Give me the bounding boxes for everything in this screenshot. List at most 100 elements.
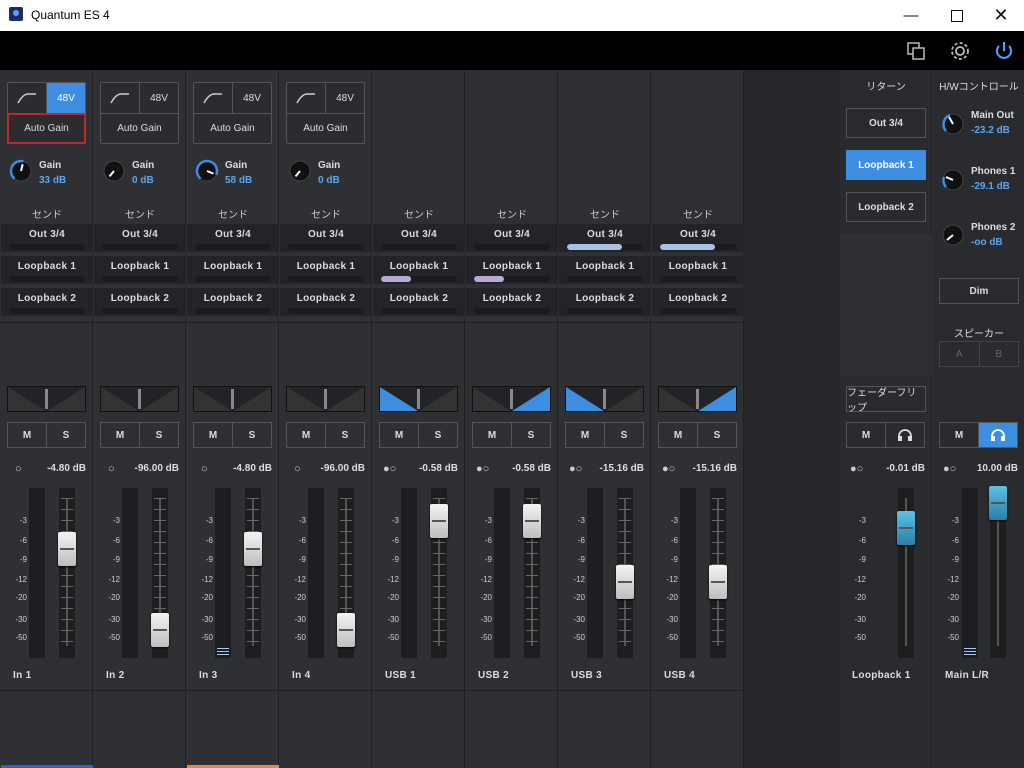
send-1[interactable]: Loopback 1 xyxy=(652,256,744,286)
mute-button[interactable]: M xyxy=(566,423,605,447)
send-1[interactable]: Loopback 1 xyxy=(466,256,558,286)
send-level-bar[interactable] xyxy=(567,308,643,314)
send-0[interactable]: Out 3/4 xyxy=(466,224,558,254)
solo-button[interactable]: S xyxy=(419,423,457,447)
mute-button[interactable]: M xyxy=(473,423,512,447)
send-2[interactable]: Loopback 2 xyxy=(280,288,372,318)
send-1[interactable]: Loopback 1 xyxy=(1,256,93,286)
high-pass-filter-button[interactable] xyxy=(287,83,326,114)
send-level-bar[interactable] xyxy=(381,244,457,250)
auto-gain-button[interactable]: Auto Gain xyxy=(101,114,178,143)
send-0[interactable]: Out 3/4 xyxy=(373,224,465,254)
pan-control[interactable] xyxy=(472,386,551,412)
pan-control[interactable] xyxy=(100,386,179,412)
send-0[interactable]: Out 3/4 xyxy=(1,224,93,254)
mute-button[interactable]: M xyxy=(8,423,47,447)
send-2[interactable]: Loopback 2 xyxy=(94,288,186,318)
fader-cap[interactable] xyxy=(523,503,541,538)
close-button[interactable]: ✕ xyxy=(978,0,1024,31)
speaker-b-button[interactable]: B xyxy=(980,342,1019,366)
send-2[interactable]: Loopback 2 xyxy=(1,288,93,318)
link-icon[interactable]: ●○ xyxy=(662,463,675,475)
mute-button[interactable]: M xyxy=(659,423,698,447)
send-level-bar[interactable] xyxy=(195,244,271,250)
send-0[interactable]: Out 3/4 xyxy=(280,224,372,254)
send-level-bar[interactable] xyxy=(102,276,178,282)
fader-flip-button[interactable]: フェーダーフリップ xyxy=(846,386,926,414)
hw-mute-button[interactable]: M xyxy=(940,423,979,447)
send-1[interactable]: Loopback 1 xyxy=(94,256,186,286)
dim-button[interactable]: Dim xyxy=(939,278,1019,304)
send-level-bar[interactable] xyxy=(195,308,271,314)
fader-cap[interactable] xyxy=(337,613,355,647)
link-icon[interactable]: ○ xyxy=(294,463,301,475)
link-icon[interactable]: ○ xyxy=(108,463,115,475)
send-1[interactable]: Loopback 1 xyxy=(373,256,465,286)
send-0[interactable]: Out 3/4 xyxy=(187,224,279,254)
solo-button[interactable]: S xyxy=(698,423,736,447)
pan-control[interactable] xyxy=(193,386,272,412)
send-level-bar[interactable] xyxy=(195,276,271,282)
send-level-bar[interactable] xyxy=(567,244,643,250)
copy-icon[interactable] xyxy=(904,39,928,63)
send-level-bar[interactable] xyxy=(9,276,85,282)
send-2[interactable]: Loopback 2 xyxy=(187,288,279,318)
mute-button[interactable]: M xyxy=(194,423,233,447)
mute-button[interactable]: M xyxy=(380,423,419,447)
pan-control[interactable] xyxy=(658,386,737,412)
hw-fader-cap[interactable] xyxy=(989,485,1007,520)
send-2[interactable]: Loopback 2 xyxy=(466,288,558,318)
send-level-bar[interactable] xyxy=(474,276,550,282)
link-icon[interactable]: ●○ xyxy=(383,463,396,475)
mute-button[interactable]: M xyxy=(287,423,326,447)
auto-gain-button[interactable]: Auto Gain xyxy=(194,114,271,143)
pan-control[interactable] xyxy=(286,386,365,412)
solo-button[interactable]: S xyxy=(47,423,85,447)
send-0[interactable]: Out 3/4 xyxy=(652,224,744,254)
send-2[interactable]: Loopback 2 xyxy=(373,288,465,318)
send-level-bar[interactable] xyxy=(288,244,364,250)
power-icon[interactable] xyxy=(992,39,1016,63)
pan-control[interactable] xyxy=(379,386,458,412)
solo-button[interactable]: S xyxy=(605,423,643,447)
gain-knob[interactable] xyxy=(288,159,312,183)
phantom-48v-button[interactable]: 48V xyxy=(326,83,364,114)
headphone-icon[interactable] xyxy=(886,423,924,447)
solo-button[interactable]: S xyxy=(512,423,550,447)
send-level-bar[interactable] xyxy=(288,308,364,314)
send-level-bar[interactable] xyxy=(9,244,85,250)
send-level-bar[interactable] xyxy=(660,308,736,314)
return-loopback-1-button[interactable]: Loopback 1 xyxy=(846,150,926,180)
fader-cap[interactable] xyxy=(244,532,262,566)
auto-gain-button[interactable]: Auto Gain xyxy=(7,113,86,144)
fader-cap[interactable] xyxy=(616,565,634,599)
send-level-bar[interactable] xyxy=(660,276,736,282)
send-1[interactable]: Loopback 1 xyxy=(559,256,651,286)
maximize-button[interactable] xyxy=(934,0,980,31)
pan-control[interactable] xyxy=(565,386,644,412)
send-level-bar[interactable] xyxy=(381,308,457,314)
solo-button[interactable]: S xyxy=(140,423,178,447)
main-out-knob[interactable] xyxy=(941,112,965,136)
link-icon[interactable]: ●○ xyxy=(850,463,863,475)
send-level-bar[interactable] xyxy=(381,276,457,282)
headphone-icon[interactable] xyxy=(979,423,1017,447)
link-icon[interactable]: ○ xyxy=(201,463,208,475)
solo-button[interactable]: S xyxy=(233,423,271,447)
return-mute-button[interactable]: M xyxy=(847,423,886,447)
send-level-bar[interactable] xyxy=(102,244,178,250)
send-level-bar[interactable] xyxy=(474,244,550,250)
send-2[interactable]: Loopback 2 xyxy=(652,288,744,318)
send-level-bar[interactable] xyxy=(102,308,178,314)
gain-knob[interactable] xyxy=(102,159,126,183)
send-0[interactable]: Out 3/4 xyxy=(94,224,186,254)
fader-cap[interactable] xyxy=(430,503,448,538)
send-level-bar[interactable] xyxy=(288,276,364,282)
send-2[interactable]: Loopback 2 xyxy=(559,288,651,318)
send-0[interactable]: Out 3/4 xyxy=(559,224,651,254)
high-pass-filter-button[interactable] xyxy=(101,83,140,114)
link-icon[interactable]: ●○ xyxy=(569,463,582,475)
fader-cap[interactable] xyxy=(58,532,76,566)
send-level-bar[interactable] xyxy=(9,308,85,314)
link-icon[interactable]: ●○ xyxy=(943,463,956,475)
